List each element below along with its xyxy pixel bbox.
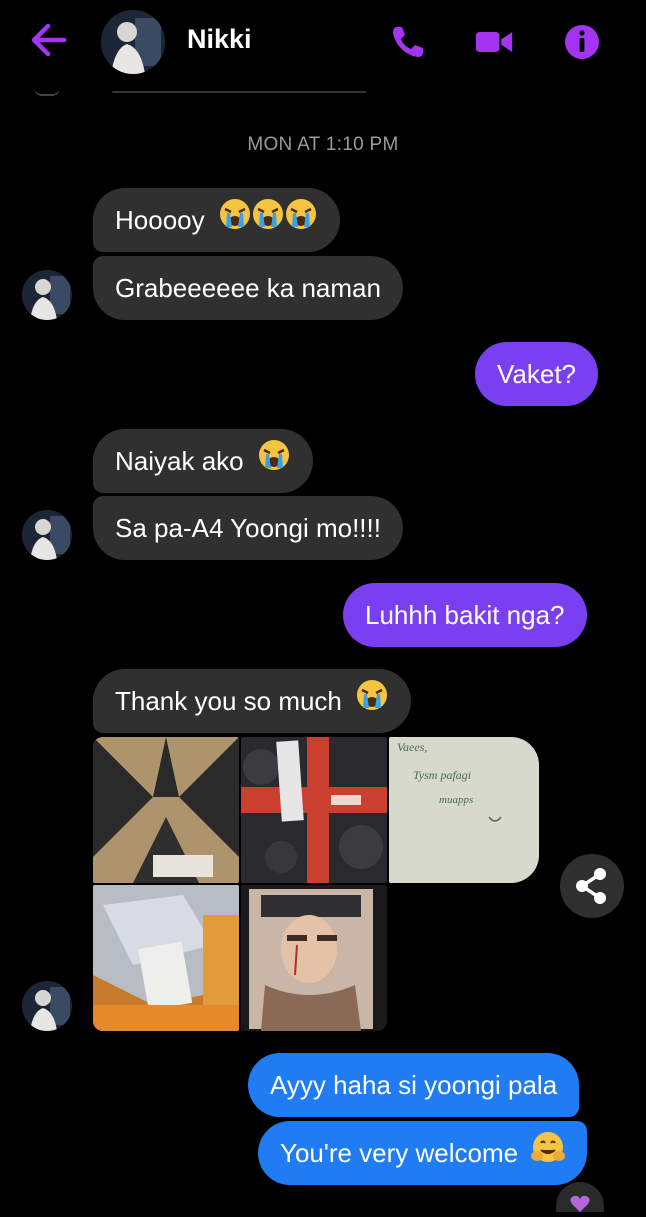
sender-avatar[interactable] <box>22 270 72 320</box>
photo-plastic-bag[interactable] <box>93 885 239 1031</box>
message-bubble-outgoing[interactable]: Luhhh bakit nga? <box>343 583 587 647</box>
message-text: Hooooy <box>115 205 205 235</box>
hugging-face-emoji-icon <box>531 1123 566 1187</box>
message-text: Ayyy haha si yoongi pala <box>270 1070 558 1100</box>
chat-header: Nikki <box>0 0 646 88</box>
photo-box-tape[interactable] <box>93 737 239 883</box>
info-icon[interactable] <box>562 22 602 62</box>
message-text: You're very welcome <box>280 1138 519 1168</box>
message-bubble-incoming[interactable]: Thank you so much <box>93 669 412 735</box>
sender-avatar[interactable] <box>22 981 72 1031</box>
crying-face-emoji-icon <box>355 671 389 735</box>
crying-face-emoji-icon <box>218 190 318 254</box>
message-bubble-incoming[interactable]: Hooooy <box>93 188 340 252</box>
sender-avatar[interactable] <box>22 510 72 560</box>
message-bubble-incoming[interactable]: Naiyak ako <box>93 429 313 493</box>
photo-handwritten-note[interactable]: Vaees, Tysm pafagi muapps <box>389 737 539 883</box>
message-text: Luhhh bakit nga? <box>365 600 565 630</box>
share-button[interactable] <box>560 854 624 918</box>
message-text: Sa pa-A4 Yoongi mo!!!! <box>115 513 381 543</box>
contact-avatar[interactable] <box>101 10 165 74</box>
previous-message-edge <box>112 91 366 93</box>
message-bubble-outgoing[interactable]: Ayyy haha si yoongi pala <box>248 1053 580 1117</box>
reaction-peek <box>556 1182 604 1212</box>
crying-face-emoji-icon <box>257 431 291 495</box>
video-camera-icon[interactable] <box>474 22 514 62</box>
message-bubble-outgoing[interactable]: Vaket? <box>475 342 599 406</box>
message-text: Vaket? <box>497 359 577 389</box>
note-line-3: muapps <box>439 794 473 806</box>
back-arrow-icon[interactable] <box>28 22 68 58</box>
contact-name[interactable]: Nikki <box>187 24 252 55</box>
timestamp: MON AT 1:10 PM <box>247 134 399 155</box>
heart-icon <box>570 1195 590 1212</box>
message-text: Thank you so much <box>115 686 342 716</box>
message-bubble-outgoing[interactable]: You're very welcome <box>258 1121 588 1187</box>
photo-bubble-wrap-package[interactable] <box>241 737 387 883</box>
message-bubble-incoming[interactable]: Grabeeeeee ka naman <box>93 256 403 320</box>
message-text: Naiyak ako <box>115 446 244 476</box>
message-text: Grabeeeeee ka naman <box>115 273 381 303</box>
photo-a4-portrait-print[interactable] <box>241 885 387 1031</box>
share-icon <box>576 868 606 904</box>
scroll-remnant <box>34 88 60 96</box>
note-line-2: Tysm pafagi <box>413 768 471 782</box>
phone-icon[interactable] <box>388 22 428 62</box>
message-bubble-incoming[interactable]: Sa pa-A4 Yoongi mo!!!! <box>93 496 403 560</box>
note-line-1: Vaees, <box>397 740 427 754</box>
